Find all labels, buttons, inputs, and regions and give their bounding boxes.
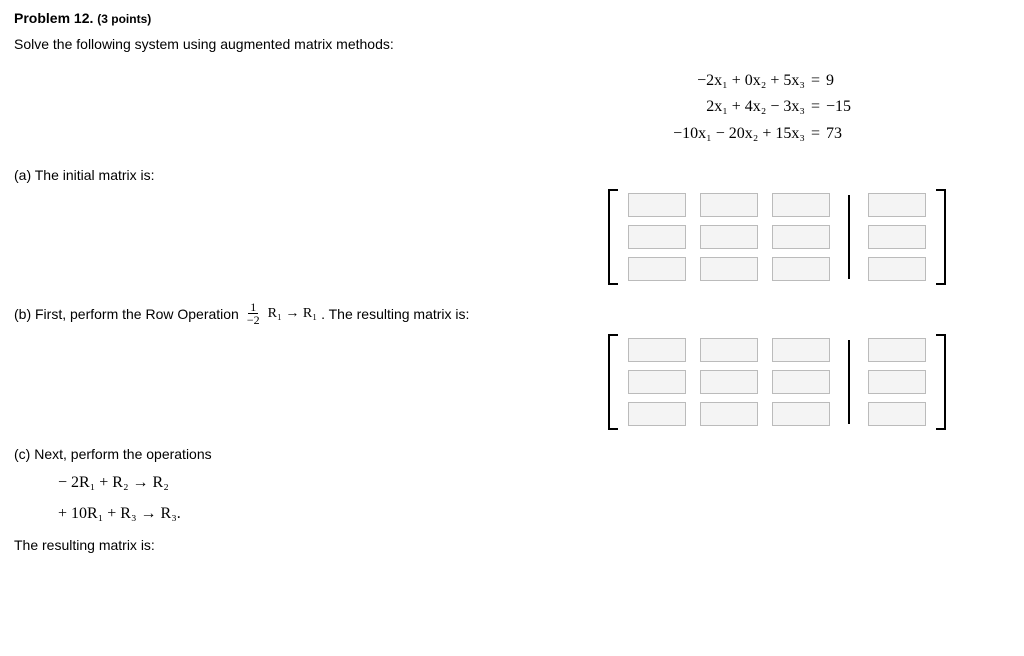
problem-number: Problem 12. (14, 10, 93, 26)
part-b-suffix: . The resulting matrix is: (321, 306, 469, 322)
matrix-b-r2c1[interactable] (628, 370, 686, 394)
matrix-b (14, 334, 1010, 430)
matrix-a-r2c3[interactable] (772, 225, 830, 249)
matrix-a-r2c4[interactable] (868, 225, 926, 249)
equation-system: −2x₁ + 0x₂ + 5x₃ = 9 2x₁ + 4x₂ − 3x₃ = −… (444, 68, 864, 147)
part-c-label: (c) Next, perform the operations (14, 446, 1010, 462)
matrix-a-r3c4[interactable] (868, 257, 926, 281)
part-c-operations: − 2R₁ + R₂ → R₂ + 10R₁ + R₃ → R₃. (58, 468, 1010, 529)
bracket-left-icon (604, 189, 622, 285)
problem-instruction: Solve the following system using augment… (14, 36, 1010, 52)
matrix-b-r2c3[interactable] (772, 370, 830, 394)
matrix-a-r3c1[interactable] (628, 257, 686, 281)
augment-bar-icon (848, 340, 850, 424)
fraction-icon: 1 −2 (245, 301, 262, 326)
matrix-b-r3c4[interactable] (868, 402, 926, 426)
matrix-a-r2c2[interactable] (700, 225, 758, 249)
matrix-a-r1c2[interactable] (700, 193, 758, 217)
matrix-a-r1c1[interactable] (628, 193, 686, 217)
matrix-b-r1c3[interactable] (772, 338, 830, 362)
matrix-a-r1c3[interactable] (772, 193, 830, 217)
matrix-b-r2c4[interactable] (868, 370, 926, 394)
bracket-right-icon (932, 334, 950, 430)
part-c-op2: + 10R₁ + R₃ → R₃. (58, 499, 1010, 529)
matrix-a-r2c1[interactable] (628, 225, 686, 249)
equation-1: −2x₁ + 0x₂ + 5x₃ = 9 (444, 68, 864, 94)
matrix-b-r1c2[interactable] (700, 338, 758, 362)
part-b-operation: R₁ → R₁ (268, 306, 317, 322)
part-c-result-label: The resulting matrix is: (14, 537, 1010, 553)
matrix-b-r1c4[interactable] (868, 338, 926, 362)
equation-3: −10x₁ − 20x₂ + 15x₃ = 73 (444, 121, 864, 147)
matrix-b-r1c1[interactable] (628, 338, 686, 362)
matrix-b-r3c1[interactable] (628, 402, 686, 426)
part-a-label: (a) The initial matrix is: (14, 167, 1010, 183)
matrix-a-r1c4[interactable] (868, 193, 926, 217)
bracket-right-icon (932, 189, 950, 285)
part-c-op1: − 2R₁ + R₂ → R₂ (58, 468, 1010, 498)
matrix-a (14, 189, 1010, 285)
problem-title: Problem 12. (3 points) (14, 10, 1010, 26)
part-b-label: (b) First, perform the Row Operation 1 −… (14, 301, 1010, 326)
matrix-a-r3c2[interactable] (700, 257, 758, 281)
augment-bar-icon (848, 195, 850, 279)
equation-2: 2x₁ + 4x₂ − 3x₃ = −15 (444, 94, 864, 120)
matrix-b-r2c2[interactable] (700, 370, 758, 394)
matrix-b-r3c3[interactable] (772, 402, 830, 426)
matrix-b-r3c2[interactable] (700, 402, 758, 426)
bracket-left-icon (604, 334, 622, 430)
part-b-prefix: (b) First, perform the Row Operation (14, 306, 239, 322)
problem-points: (3 points) (97, 12, 151, 26)
matrix-a-r3c3[interactable] (772, 257, 830, 281)
